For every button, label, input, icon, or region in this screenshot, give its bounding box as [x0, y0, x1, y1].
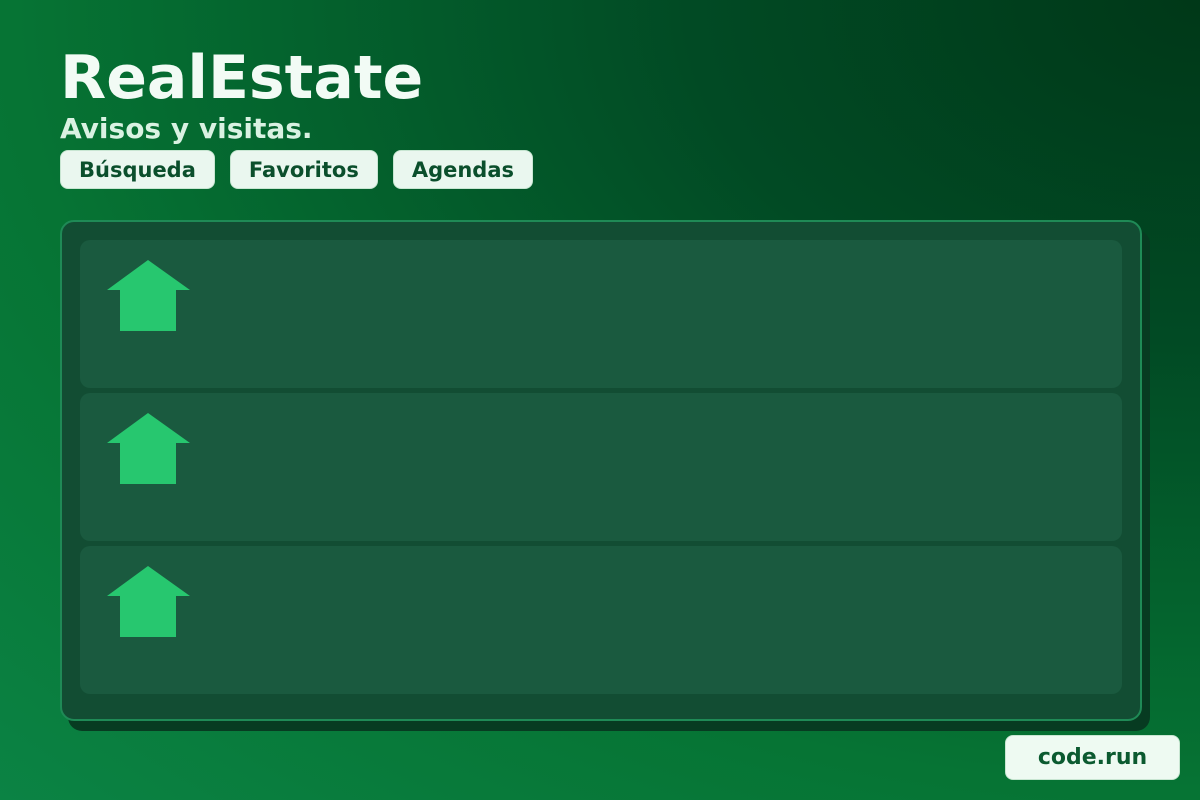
page-subtitle: Avisos y visitas. [60, 112, 313, 145]
house-icon [107, 260, 190, 331]
listing-card[interactable] [80, 393, 1122, 541]
house-icon [107, 566, 190, 637]
house-icon [107, 413, 190, 484]
listing-card[interactable] [80, 240, 1122, 388]
listing-card[interactable] [80, 546, 1122, 694]
page-title: RealEstate [60, 43, 424, 113]
tab-favoritos[interactable]: Favoritos [229, 150, 378, 189]
tab-agendas[interactable]: Agendas [392, 150, 533, 189]
tab-busqueda[interactable]: Búsqueda [60, 150, 215, 189]
tab-bar: Búsqueda Favoritos Agendas [60, 150, 533, 189]
listings-panel [60, 220, 1142, 721]
brand-badge[interactable]: code.run [1005, 735, 1180, 780]
